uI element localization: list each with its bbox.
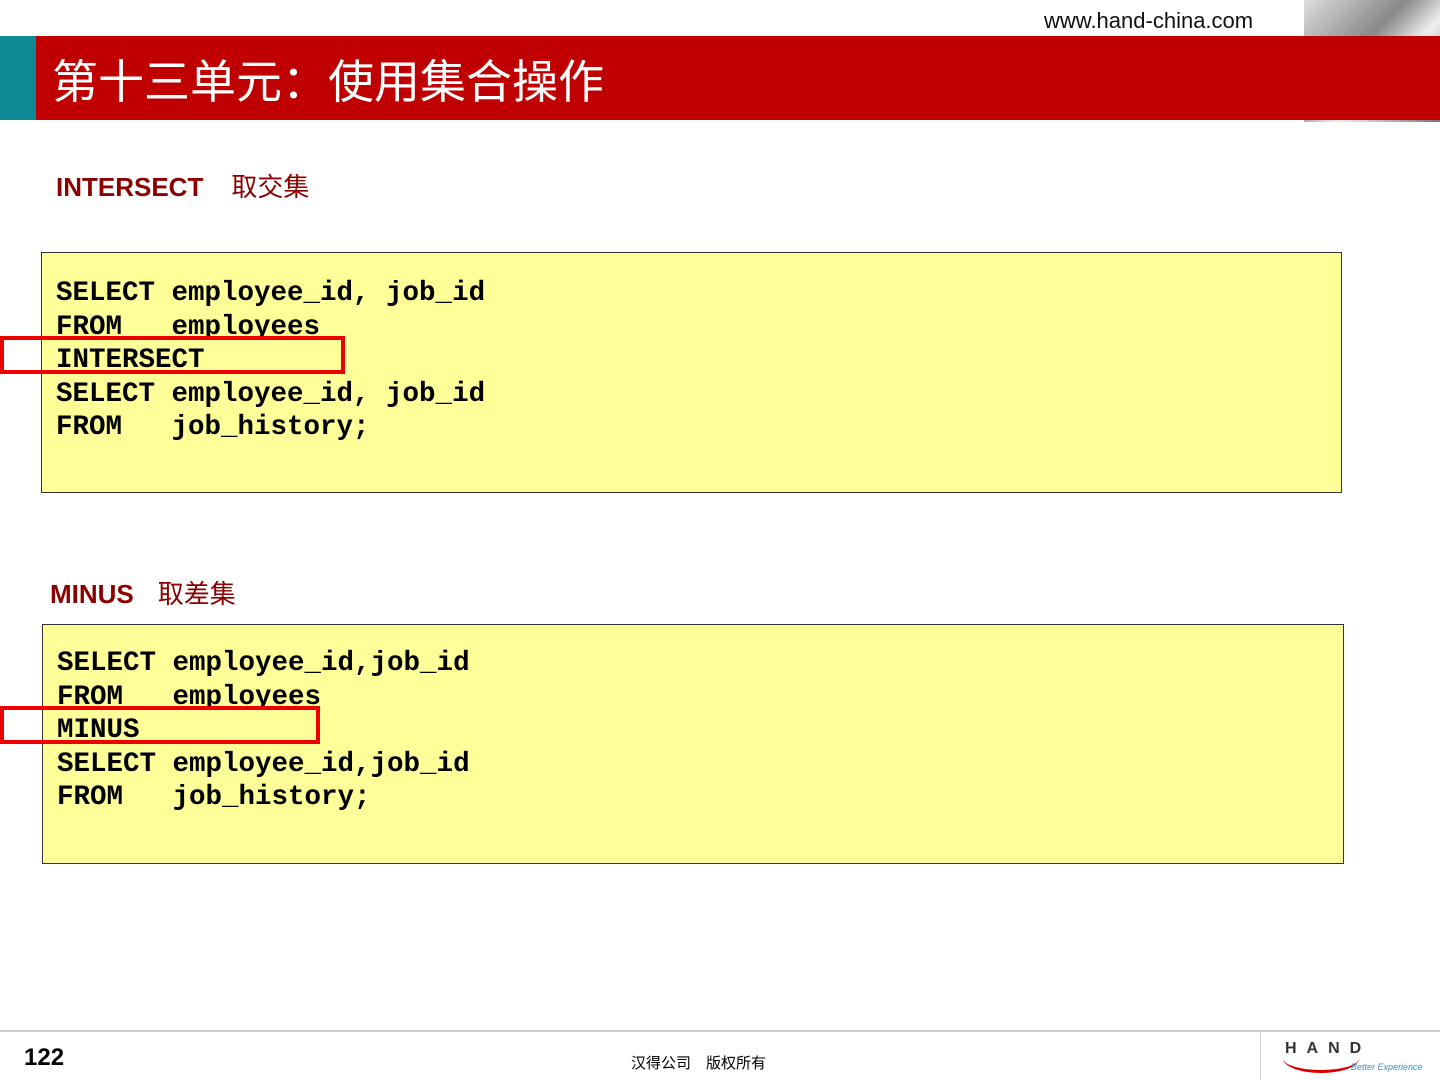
keyword: MINUS [50, 579, 134, 609]
page-number: 122 [24, 1044, 65, 1071]
copyright: 汉得公司 版权所有 [631, 1054, 767, 1072]
intersect-heading: INTERSECT 取交集 [56, 167, 309, 204]
website-url: www.hand-china.com [1044, 8, 1254, 33]
minus-heading: MINUS 取差集 [50, 574, 236, 611]
code-block-minus: SELECT employee_id,job_id FROM employees… [42, 624, 1344, 864]
keyword: INTERSECT [56, 172, 204, 202]
footer-divider [0, 1030, 1440, 1032]
hand-logo: HAND Better Experience [1260, 1032, 1440, 1080]
description: 取交集 [231, 173, 310, 203]
accent-bar [0, 36, 36, 120]
highlight-box [0, 336, 345, 374]
description: 取差集 [157, 580, 236, 610]
highlight-box [0, 706, 320, 744]
page-title: 第十三单元：使用集合操作 [52, 55, 604, 109]
